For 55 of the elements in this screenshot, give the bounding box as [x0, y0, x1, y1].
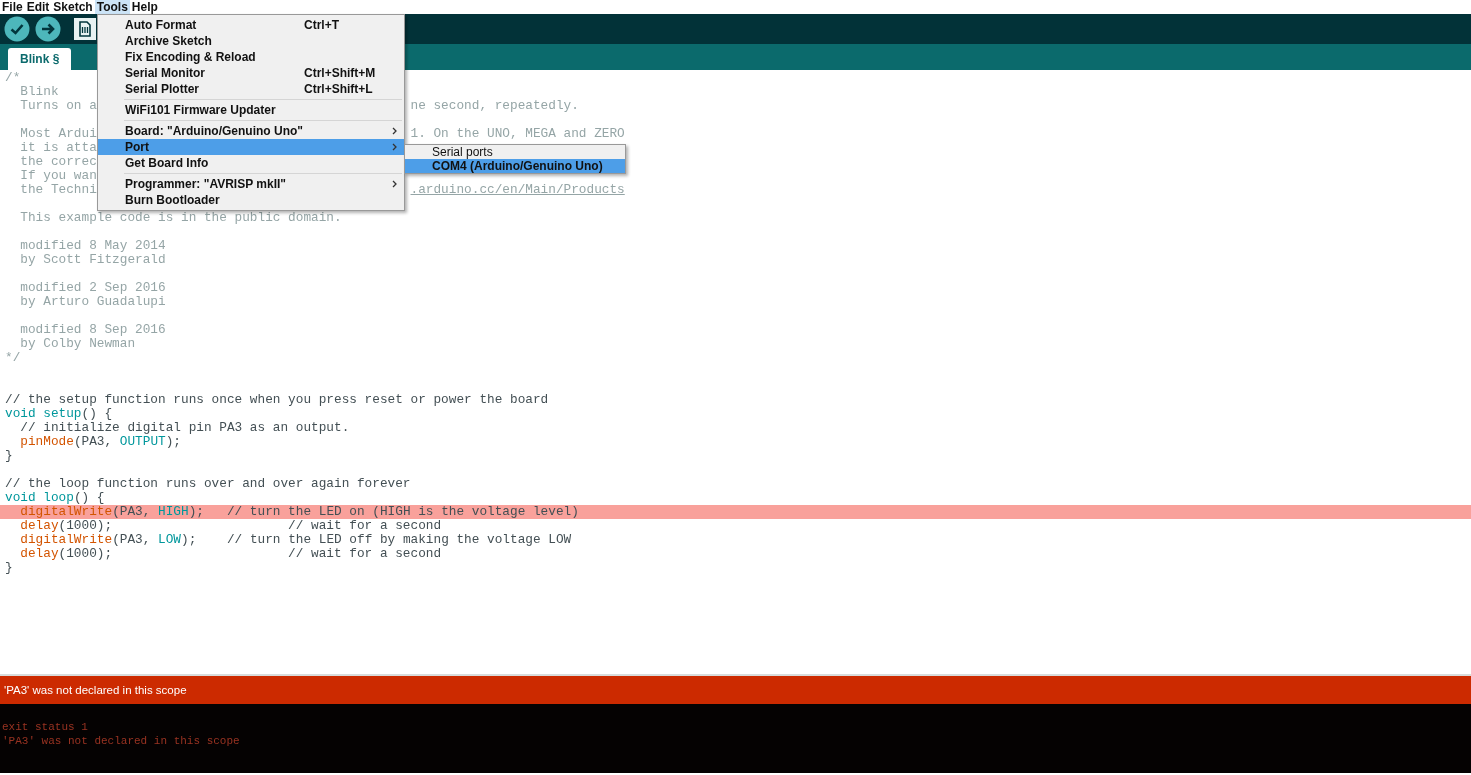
- menu-item[interactable]: Port: [98, 139, 404, 155]
- code-line: by Colby Newman: [20, 336, 136, 351]
- menu-bar-item[interactable]: Sketch: [51, 0, 95, 14]
- code-line: This example code is in the public domain.: [19, 210, 342, 225]
- code-line: digitalWrite(PA3, HIGH); // turn the LED on (HIGH is the voltage level): [19, 504, 579, 519]
- code-line: Turns on a: [19, 98, 97, 113]
- menu-bar-item[interactable]: File: [0, 0, 25, 14]
- menu-item[interactable]: WiFi101 Firmware Updater: [98, 102, 404, 118]
- error-message: 'PA3' was not declared in this scope: [4, 684, 187, 696]
- code-line: void setup() {: [5, 406, 113, 421]
- menu-bar-item[interactable]: Tools: [94, 0, 130, 14]
- code-line: the Techni: [19, 182, 97, 197]
- menu-item[interactable]: Auto Format Ctrl+T: [98, 17, 404, 33]
- menu-item[interactable]: Serial Plotter Ctrl+Shift+L: [98, 81, 404, 97]
- menu-item[interactable]: Get Board Info: [98, 155, 404, 171]
- menu-item[interactable]: Programmer: "AVRISP mkII": [98, 176, 404, 192]
- code-line: If you wan: [19, 168, 97, 183]
- code-line: /*: [5, 70, 21, 85]
- code-fragment: 1. On the UNO, MEGA and ZERO: [410, 127, 625, 141]
- menu-bar-item[interactable]: Edit: [24, 0, 52, 14]
- code-line: pinMode(PA3, OUTPUT);: [19, 434, 182, 449]
- code-line: by Scott Fitzgerald: [19, 252, 166, 267]
- menu-item[interactable]: Fix Encoding & Reload: [98, 49, 404, 65]
- menu-item[interactable]: Serial Monitor Ctrl+Shift+M: [98, 65, 404, 81]
- file-tab[interactable]: Blink §: [8, 48, 72, 70]
- code-line: modified 2 Sep 2016: [19, 280, 166, 295]
- code-line: }: [5, 448, 13, 463]
- code-line: digitalWrite(PA3, LOW); // turn the LED off by making the voltage LOW: [19, 532, 572, 547]
- menu-item[interactable]: Burn Bootloader: [98, 192, 404, 208]
- upload-button[interactable]: [35, 16, 61, 42]
- code-line: // initialize digital pin PA3 as an output.: [19, 420, 350, 435]
- code-line: it is atta: [19, 140, 97, 155]
- code-line: Blink: [19, 84, 59, 99]
- console-line: exit status 1: [2, 720, 89, 734]
- code-line: delay(1000); // wait for a second: [19, 518, 442, 533]
- code-fragment: ne second, repeatedly.: [410, 99, 579, 113]
- code-line: */: [5, 350, 21, 365]
- console-line: 'PA3' was not declared in this scope: [2, 734, 241, 748]
- menu-item[interactable]: Archive Sketch: [98, 33, 404, 49]
- menu-bar-item[interactable]: Help: [129, 0, 160, 14]
- code-line: by Arturo Guadalupi: [19, 294, 166, 309]
- code-line: void loop() {: [5, 490, 105, 505]
- code-line: the correc: [19, 154, 97, 169]
- code-line: Most Ardui: [19, 126, 97, 141]
- new-button[interactable]: [72, 16, 98, 42]
- code-line: modified 8 Sep 2016: [19, 322, 166, 337]
- menu-item[interactable]: COM4 (Arduino/Genuino Uno): [405, 159, 625, 173]
- code-line: }: [5, 560, 13, 575]
- menu-item[interactable]: Board: "Arduino/Genuino Uno": [98, 123, 404, 139]
- code-line: modified 8 May 2014: [19, 238, 166, 253]
- code-line: delay(1000); // wait for a second: [19, 546, 442, 561]
- code-line: // the loop function runs over and over again forever: [5, 476, 411, 491]
- submenu-header: Serial ports: [431, 145, 494, 159]
- code-line: // the setup function runs once when you press reset or power the board: [5, 392, 549, 407]
- verify-button[interactable]: [4, 16, 30, 42]
